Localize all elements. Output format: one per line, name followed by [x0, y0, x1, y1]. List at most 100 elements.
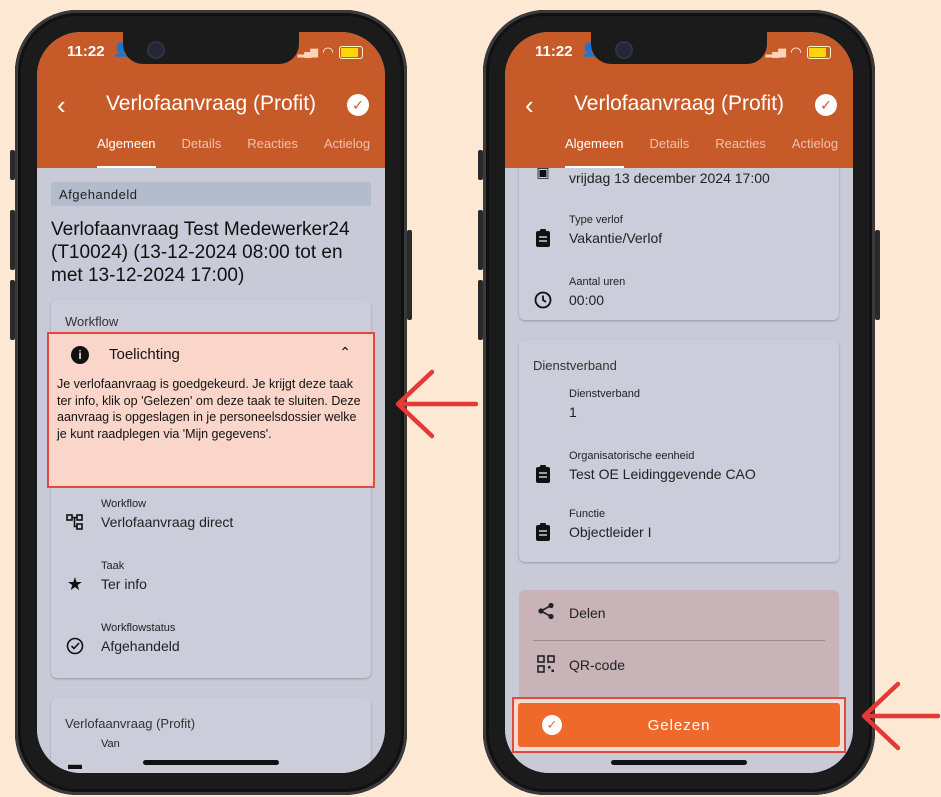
gelezen-button[interactable]: ✓ Gelezen [518, 703, 840, 747]
taak-row: ★ Taak Ter info [51, 560, 371, 610]
workflow-icon [65, 512, 85, 532]
right-arrow-annotation [861, 681, 940, 751]
mute-switch [478, 150, 483, 180]
app-title: Verlofaanvraag (Profit) [573, 92, 785, 115]
qr-svg [537, 655, 555, 673]
clock-svg [534, 291, 552, 309]
org-eenheid-row: Organisatorische eenheid Test OE Leiding… [519, 450, 839, 500]
row-value: 1 [569, 404, 577, 420]
tab-reacties[interactable]: Reacties [715, 136, 766, 168]
complete-check-button[interactable]: ✓ [347, 94, 369, 116]
workflowstatus-row: Workflowstatus Afgehandeld [51, 622, 371, 672]
clipboard-svg [536, 229, 550, 247]
row-label: Organisatorische eenheid [569, 450, 695, 462]
volume-up-button [10, 210, 15, 270]
row-label: Taak [101, 560, 125, 572]
calendar-icon: ▣ [536, 168, 550, 180]
notch [591, 32, 767, 64]
workflow-icon-svg [66, 514, 83, 530]
gelezen-highlight: ✓ Gelezen [512, 697, 846, 753]
row-value: 00:00 [569, 292, 605, 308]
clipboard-svg [536, 523, 550, 541]
battery-icon [339, 45, 363, 59]
tot-row: ▣ vrijdag 13 december 2024 17:00 [519, 168, 839, 208]
row-value: vrijdag 13 december 2024 17:00 [569, 170, 770, 186]
toelichting-panel: i Toelichting ⌃ Je verlofaanvraag is goe… [47, 332, 375, 488]
dienstverband-section-title: Dienstverband [533, 358, 617, 373]
row-label: Dienstverband [569, 388, 640, 400]
aantal-uren-row: Aantal uren 00:00 [519, 276, 839, 326]
workflow-row: Workflow Verlofaanvraag direct [51, 498, 371, 548]
volume-up-button [478, 210, 483, 270]
left-arrow-annotation [395, 369, 478, 439]
qr-code-label: QR-code [569, 657, 626, 673]
share-icon [537, 602, 555, 625]
qr-code-button[interactable]: QR-code [519, 642, 839, 692]
clipboard-icon [533, 228, 553, 248]
divider [533, 640, 825, 641]
tab-actielog[interactable]: Actielog [792, 136, 838, 168]
functie-row: Functie Objectleider I [519, 508, 839, 558]
row-value: Vakantie/Verlof [569, 230, 663, 246]
complete-check-button[interactable]: ✓ [815, 94, 837, 116]
share-svg [538, 602, 554, 620]
tab-details[interactable]: Details [650, 136, 690, 168]
share-button[interactable]: Delen [519, 590, 839, 640]
status-time: 11:22 [535, 43, 573, 60]
row-value: Verlofaanvraag direct [101, 514, 234, 530]
row-label: Workflow [101, 498, 147, 510]
phone-right: 11:22 👤 ▂▄▆ ◠ ‹ Verlofaanvraag (Profit) … [478, 10, 880, 795]
action-sheet: Delen QR-code [519, 590, 839, 700]
tab-algemeen[interactable]: Algemeen [565, 136, 624, 168]
volume-down-button [478, 280, 483, 340]
wifi-icon: ◠ [791, 44, 801, 59]
battery-icon [807, 45, 831, 59]
state-label: Afgehandeld [59, 187, 138, 202]
tab-actielog[interactable]: Actielog [324, 136, 370, 168]
star-icon: ★ [66, 574, 84, 594]
mute-switch [10, 150, 15, 180]
row-value: Afgehandeld [101, 638, 180, 654]
type-verlof-row: Type verlof Vakantie/Verlof [519, 214, 839, 264]
app-title: Verlofaanvraag (Profit) [105, 92, 317, 115]
clock-icon [533, 290, 553, 310]
row-label: Type verlof [569, 214, 623, 226]
signal-icon: ▂▄▆ [765, 46, 786, 58]
collapse-chevron-icon[interactable]: ⌃ [339, 344, 351, 361]
row-label: Workflowstatus [101, 622, 176, 634]
check-circle-icon [65, 636, 85, 656]
status-time: 11:22 [67, 43, 105, 60]
phone-left: 11:22 👤 ▂▄▆ ◠ ‹ Verlofaanvraag (Profit) … [10, 10, 412, 795]
home-indicator [143, 760, 279, 765]
power-button [875, 230, 880, 320]
van-row: ▬ Van [51, 738, 371, 773]
verlof-section-title: Verlofaanvraag (Profit) [65, 716, 196, 731]
row-value: Objectleider I [569, 524, 652, 540]
tab-algemeen[interactable]: Algemeen [97, 136, 156, 168]
notch [123, 32, 299, 64]
content-right: ▣ vrijdag 13 december 2024 17:00 Type ve… [505, 168, 853, 773]
check-circle-svg [66, 637, 84, 655]
dienstverband-row: Dienstverband 1 [519, 388, 839, 438]
tab-details[interactable]: Details [182, 136, 222, 168]
calendar-icon: ▬ [68, 756, 82, 772]
toelichting-title: Toelichting [109, 346, 180, 363]
content-left: Afgehandeld Verlofaanvraag Test Medewerk… [37, 168, 385, 773]
workflow-section-title: Workflow [65, 314, 119, 329]
signal-icon: ▂▄▆ [297, 46, 318, 58]
page-heading: Verlofaanvraag Test Medewerker24 (T10024… [51, 219, 350, 286]
tab-reacties[interactable]: Reacties [247, 136, 298, 168]
screen-left: 11:22 👤 ▂▄▆ ◠ ‹ Verlofaanvraag (Profit) … [37, 32, 385, 773]
toelichting-text: Je verlofaanvraag is goedgekeurd. Je kri… [57, 377, 361, 441]
share-label: Delen [569, 605, 606, 621]
front-camera [615, 41, 633, 59]
clipboard-icon [533, 464, 553, 484]
state-bar: Afgehandeld [51, 182, 371, 206]
front-camera [147, 41, 165, 59]
row-value: Ter info [101, 576, 147, 592]
qr-code-icon [537, 655, 555, 678]
wifi-icon: ◠ [323, 44, 333, 59]
gelezen-label: Gelezen [647, 717, 711, 734]
row-label: Van [101, 738, 120, 750]
row-label: Functie [569, 508, 606, 520]
